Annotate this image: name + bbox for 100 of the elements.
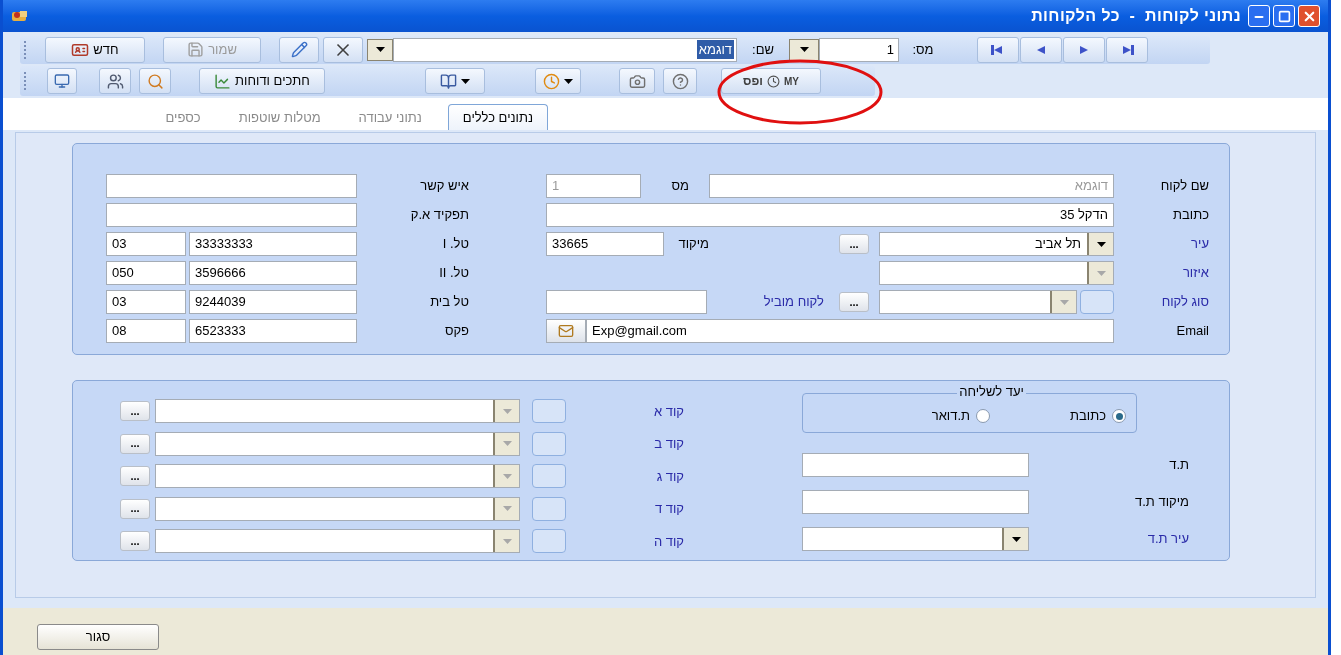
caret-icon (1096, 270, 1106, 276)
field-label: תפקיד א.ק (409, 206, 469, 225)
field-label: טל. II (438, 264, 469, 283)
search-icon (146, 72, 164, 90)
field-label: טל. I (441, 235, 469, 254)
people-search-button[interactable] (99, 68, 131, 94)
field-label: קוד ג (655, 467, 684, 486)
code-field[interactable] (532, 399, 566, 424)
phone-field[interactable]: 6523333 (189, 319, 357, 343)
maximize-icon (1277, 9, 1291, 23)
field-label: קוד ה (652, 532, 684, 551)
text-field[interactable] (802, 453, 1029, 477)
radio-label: כתובת (1070, 407, 1106, 426)
edit-button[interactable] (279, 36, 319, 63)
search-button[interactable] (139, 68, 171, 94)
field-label: Email (1175, 322, 1209, 341)
number-dropdown-button[interactable] (789, 38, 819, 61)
code-field[interactable] (532, 529, 566, 554)
envelope-icon (558, 323, 574, 339)
browse-button[interactable]: ... (839, 234, 869, 254)
window-title: נתוני לקוחות - כל הלקוחות (1031, 6, 1241, 26)
first-record-button[interactable] (977, 36, 1019, 63)
caret-icon (375, 47, 385, 52)
phone-field[interactable]: 9244039 (189, 290, 357, 314)
screen-button[interactable] (47, 68, 77, 94)
last-record-icon (1120, 44, 1134, 55)
field-label: ת.ד (1168, 456, 1189, 475)
caret-icon (799, 47, 809, 52)
help-icon (671, 72, 689, 90)
help-button[interactable] (663, 68, 697, 94)
caret-icon (502, 506, 512, 512)
zip-field[interactable]: 33665 (546, 232, 664, 256)
email-button[interactable] (546, 319, 586, 343)
name-dropdown-button[interactable] (367, 38, 393, 61)
maximize-button[interactable] (1273, 5, 1295, 27)
field-label: מס (670, 177, 689, 196)
text-field[interactable]: הדקל 35 (546, 203, 1114, 227)
last-record-button[interactable] (1106, 36, 1148, 63)
field-label: כתובת (1172, 206, 1209, 225)
toolbar-grip-icon (24, 71, 27, 91)
caret-icon (461, 78, 470, 84)
phone-field[interactable]: 3596666 (189, 261, 357, 285)
code-field[interactable] (532, 431, 566, 456)
area-code-field[interactable]: 03 (106, 232, 186, 256)
text-field[interactable] (106, 174, 357, 198)
first-record-icon (991, 44, 1005, 55)
number-field[interactable]: 1 (819, 37, 899, 62)
phone-field[interactable]: 33333333 (189, 232, 357, 256)
dropdown[interactable]: תל אביב (879, 232, 1114, 256)
tab[interactable]: כספים (153, 106, 213, 130)
app-icon (11, 9, 29, 23)
people-icon (106, 72, 124, 90)
code-field[interactable] (532, 496, 566, 521)
book-dropdown-button[interactable] (425, 68, 485, 94)
pencil-icon (290, 41, 308, 58)
clock-icon (766, 74, 780, 88)
area-code-field[interactable]: 050 (106, 261, 186, 285)
caret-icon (502, 441, 512, 447)
field-label: טל בית (429, 293, 469, 312)
monitor-icon (54, 73, 70, 89)
minimize-button[interactable] (1248, 5, 1270, 27)
toolbar-grip-icon (24, 39, 27, 60)
caret-icon (1011, 536, 1021, 542)
field-label: סוג לקוח (1160, 293, 1209, 312)
number-label: מס: (911, 40, 935, 59)
field-label: קוד א (652, 402, 684, 421)
previous-record-button[interactable] (1020, 36, 1062, 63)
email-field[interactable]: Exp@gmail.com (586, 319, 1114, 343)
camera-button[interactable] (619, 68, 655, 94)
field-label: קוד ד (653, 500, 684, 518)
close-window-button[interactable] (1298, 5, 1320, 27)
field-label: מיקוד ת.ד (1134, 493, 1189, 512)
clock-dropdown-button[interactable] (535, 68, 581, 94)
field-label: פקס (443, 322, 469, 341)
tab[interactable]: נתונים כללים (447, 104, 548, 130)
field-label: שם לקוח (1159, 177, 1209, 196)
reports-button[interactable]: חתכים ודוחות (199, 68, 325, 94)
dropdown[interactable] (802, 527, 1029, 551)
new-button[interactable]: חדש (45, 36, 145, 63)
text-field[interactable] (106, 203, 357, 227)
text-field[interactable] (546, 290, 707, 314)
name-field[interactable]: דוגמא (393, 37, 737, 62)
caret-icon (502, 538, 512, 544)
next-record-button[interactable] (1063, 36, 1105, 63)
tab[interactable]: נתוני עבודה (346, 106, 434, 130)
radio-button[interactable] (1112, 409, 1126, 423)
close-button[interactable]: סגור (37, 623, 159, 650)
radio-button[interactable] (976, 409, 991, 423)
tab[interactable]: מטלות שוטפות (226, 106, 333, 130)
clock-icon (543, 72, 560, 90)
caret-icon (1059, 299, 1069, 305)
field-label: לקוח מוביל (762, 293, 824, 312)
text-field[interactable] (802, 490, 1029, 514)
chart-icon (214, 72, 232, 90)
name-label: שם: (751, 40, 775, 59)
field-label: עיר ת.ד (1146, 530, 1189, 549)
area-code-field[interactable]: 08 (106, 319, 186, 343)
code-field[interactable] (1080, 290, 1114, 314)
code-field[interactable] (532, 464, 566, 489)
area-code-field[interactable]: 03 (106, 290, 186, 314)
